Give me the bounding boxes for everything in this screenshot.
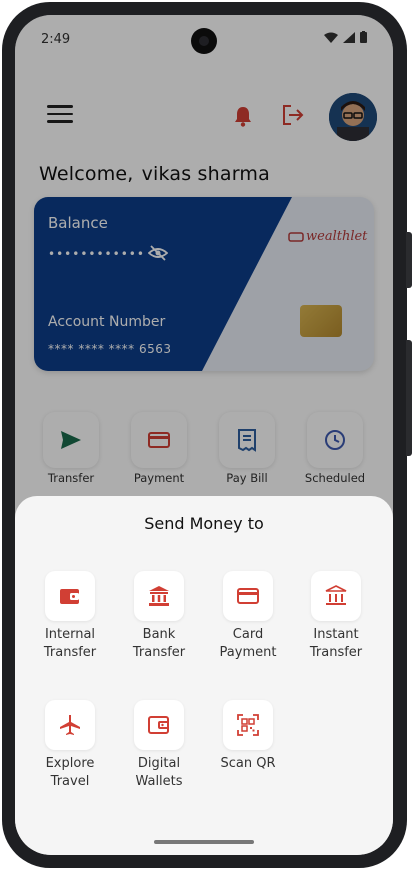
option-label: Instant Transfer [309,627,363,660]
send-money-sheet: Send Money to Internal Transfer Bank Trans… [15,496,393,855]
option-tile [311,571,361,621]
bank-icon [325,585,347,605]
qr-scan-icon [237,714,259,736]
volume-button [406,340,412,456]
home-indicator[interactable] [154,840,254,844]
airplane-icon [60,715,80,735]
option-tile [134,571,184,621]
wallet-icon [60,589,79,604]
option-scan-qr[interactable]: Scan QR [204,700,292,773]
option-tile [45,700,95,750]
sheet-title: Send Money to [144,514,264,533]
option-label: Card Payment [219,627,277,660]
bank-icon [149,586,169,606]
option-bank-transfer[interactable]: Bank Transfer [115,571,203,662]
option-tile [134,700,184,750]
option-label: Internal Transfer [43,627,97,660]
option-tile [45,571,95,621]
option-label: Explore Travel [45,756,95,789]
option-internal-transfer[interactable]: Internal Transfer [26,571,114,662]
option-label: Scan QR [220,756,276,771]
screen: 2:49 Welcome, vikas sharma Balance •••••… [15,15,393,855]
option-label: Digital Wallets [135,756,183,789]
option-tile [223,700,273,750]
option-digital-wallets[interactable]: Digital Wallets [115,700,203,791]
credit-card-icon [237,588,259,604]
wallet-icon [148,716,169,734]
option-instant-transfer[interactable]: Instant Transfer [292,571,380,662]
option-label: Bank Transfer [132,627,186,660]
power-button [406,232,412,288]
option-explore-travel[interactable]: Explore Travel [26,700,114,791]
option-card-payment[interactable]: Card Payment [204,571,292,662]
option-tile [223,571,273,621]
